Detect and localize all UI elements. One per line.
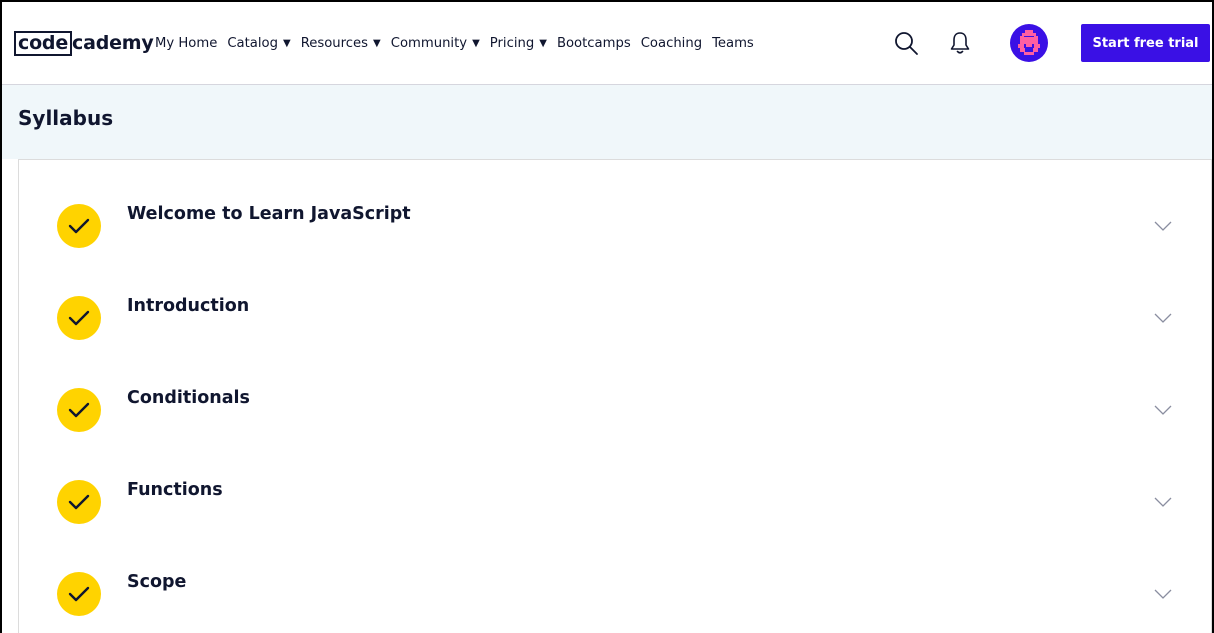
module-title: Functions: [127, 480, 223, 500]
module-row-scope[interactable]: Scope: [19, 542, 1211, 633]
check-complete-icon: [57, 296, 101, 340]
bell-icon[interactable]: [945, 28, 975, 58]
nav-coaching[interactable]: Coaching: [641, 36, 702, 51]
caret-down-icon: ▼: [539, 37, 547, 49]
start-free-trial-button[interactable]: Start free trial: [1081, 24, 1210, 62]
syllabus-header-band: [2, 85, 1212, 159]
search-icon[interactable]: [891, 28, 921, 58]
syllabus-card: Welcome to Learn JavaScript Introduction…: [18, 159, 1212, 633]
caret-down-icon: ▼: [373, 37, 381, 49]
avatar[interactable]: [1010, 24, 1048, 62]
caret-down-icon: ▼: [282, 37, 291, 49]
module-row-functions[interactable]: Functions: [19, 450, 1211, 542]
syllabus-title: Syllabus: [18, 106, 114, 130]
logo-boxed-text: code: [14, 30, 73, 56]
nav-coaching-label: Coaching: [640, 35, 703, 51]
logo-rest-text: cademy: [72, 32, 154, 54]
nav-links: My Home Catalog ▼ Resources ▼ Community ▼ P…: [155, 32, 764, 54]
check-complete-icon: [57, 388, 101, 432]
chevron-down-icon[interactable]: [1153, 496, 1173, 508]
nav-bootcamps[interactable]: Bootcamps: [557, 36, 631, 51]
check-complete-icon: [57, 572, 101, 616]
check-complete-icon: [57, 204, 101, 248]
chevron-down-icon[interactable]: [1153, 404, 1173, 416]
module-row-conditionals[interactable]: Conditionals: [19, 358, 1211, 450]
chevron-down-icon[interactable]: [1153, 220, 1173, 232]
module-title: Introduction: [127, 296, 250, 316]
check-complete-icon: [57, 480, 101, 524]
codecademy-logo[interactable]: code cademy: [14, 30, 154, 56]
nav-my-home[interactable]: My Home: [155, 36, 217, 51]
module-title: Welcome to Learn JavaScript: [127, 204, 411, 224]
top-nav: code cademy My Home Catalog ▼ Resources ▼ C…: [2, 2, 1212, 85]
nav-catalog[interactable]: Catalog ▼: [227, 36, 290, 51]
nav-pricing[interactable]: Pricing ▼: [490, 36, 547, 51]
nav-resources-label: Resources: [300, 35, 369, 51]
nav-teams[interactable]: Teams: [712, 36, 754, 51]
module-row-welcome[interactable]: Welcome to Learn JavaScript: [19, 174, 1211, 266]
module-title: Conditionals: [127, 388, 250, 408]
nav-resources[interactable]: Resources ▼: [301, 36, 381, 51]
chevron-down-icon[interactable]: [1153, 312, 1173, 324]
chevron-down-icon[interactable]: [1153, 588, 1173, 600]
nav-community[interactable]: Community ▼: [391, 36, 480, 51]
nav-pricing-label: Pricing: [489, 35, 535, 51]
nav-teams-label: Teams: [712, 35, 754, 51]
nav-community-label: Community: [390, 35, 468, 51]
caret-down-icon: ▼: [472, 37, 480, 49]
nav-catalog-label: Catalog: [227, 35, 278, 51]
module-title: Scope: [127, 572, 187, 592]
nav-bootcamps-label: Bootcamps: [556, 35, 631, 51]
page-frame: code cademy My Home Catalog ▼ Resources ▼ C…: [0, 0, 1214, 633]
module-row-introduction[interactable]: Introduction: [19, 266, 1211, 358]
nav-my-home-label: My Home: [155, 35, 218, 51]
